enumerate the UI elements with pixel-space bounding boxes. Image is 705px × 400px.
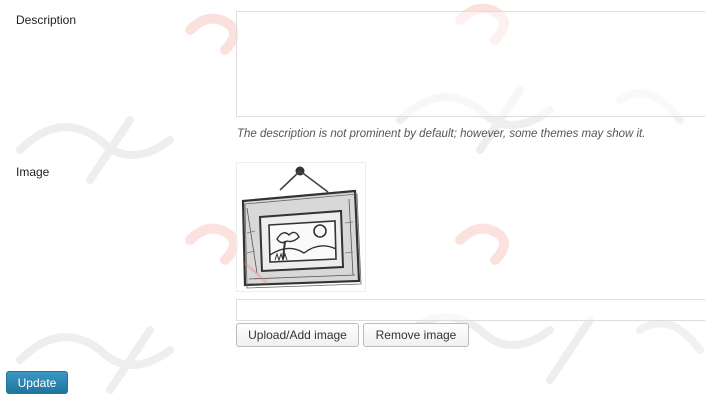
upload-add-image-button[interactable]: Upload/Add image [236,323,359,347]
description-textarea[interactable] [236,11,705,117]
image-url-input[interactable] [236,299,705,321]
picture-frame-icon [241,166,362,289]
edit-form: Description The description is not promi… [0,0,705,400]
image-label: Image [16,165,50,179]
update-button[interactable]: Update [6,371,68,394]
description-hint: The description is not prominent by defa… [237,128,646,140]
description-label: Description [16,13,77,27]
remove-image-button[interactable]: Remove image [363,323,469,347]
image-preview [236,162,366,292]
